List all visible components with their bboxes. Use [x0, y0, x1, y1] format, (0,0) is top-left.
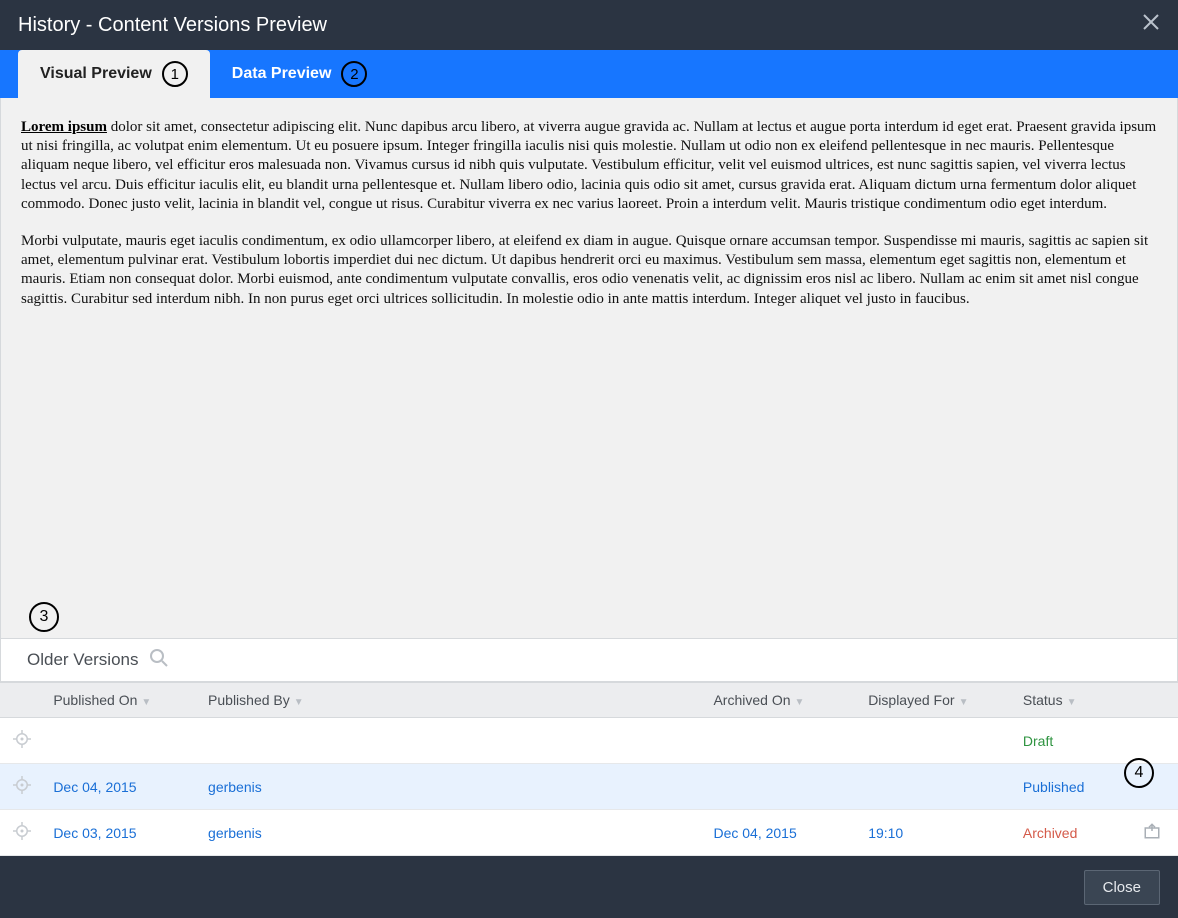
- titlebar: History - Content Versions Preview: [0, 0, 1178, 50]
- col-header-status[interactable]: Status ▼: [1013, 683, 1126, 718]
- restore-icon[interactable]: [1143, 822, 1161, 843]
- tab-visual-preview[interactable]: Visual Preview 1: [18, 50, 210, 98]
- preview-paragraph-1: Lorem ipsum dolor sit amet, consectetur …: [21, 118, 1157, 214]
- annotation-badge-1: 1: [162, 61, 188, 87]
- filter-bar: Older Versions: [0, 638, 1178, 682]
- close-button[interactable]: Close: [1084, 870, 1160, 905]
- target-icon[interactable]: [13, 730, 31, 751]
- close-icon[interactable]: [1142, 13, 1160, 37]
- tab-label: Data Preview: [232, 65, 332, 83]
- header-text: Published On: [53, 692, 137, 708]
- sort-icon: ▼: [141, 697, 151, 708]
- cell-value: Published: [1023, 779, 1085, 795]
- visual-preview-panel: Lorem ipsum dolor sit amet, consectetur …: [0, 98, 1178, 638]
- col-header-icon: [0, 683, 43, 718]
- target-icon[interactable]: [13, 776, 31, 797]
- versions-table-wrap: Published On ▼ Published By ▼ Archived On ▼…: [0, 682, 1178, 856]
- col-header-displayed-for[interactable]: Displayed For ▼: [858, 683, 1013, 718]
- table-row[interactable]: Dec 04, 2015gerbenisPublished4: [0, 764, 1178, 810]
- sort-icon: ▼: [294, 697, 304, 708]
- cell-value[interactable]: gerbenis: [208, 779, 262, 795]
- header-text: Status: [1023, 692, 1063, 708]
- sort-icon: ▼: [1067, 697, 1077, 708]
- cell-value[interactable]: 19:10: [868, 825, 903, 841]
- header-text: Published By: [208, 692, 290, 708]
- cell-value: Draft: [1023, 733, 1053, 749]
- annotation-badge-3: 3: [29, 602, 59, 632]
- dialog-title: History - Content Versions Preview: [18, 14, 327, 37]
- versions-table: Published On ▼ Published By ▼ Archived On ▼…: [0, 682, 1178, 856]
- header-text: Archived On: [713, 692, 790, 708]
- tab-label: Visual Preview: [40, 65, 152, 83]
- cell-value: Archived: [1023, 825, 1077, 841]
- sort-icon: ▼: [959, 697, 969, 708]
- annotation-badge-4: 4: [1124, 758, 1154, 788]
- tab-bar: Visual Preview 1 Data Preview 2: [0, 50, 1178, 98]
- dialog-footer: Close: [0, 856, 1178, 918]
- annotation-badge-2: 2: [341, 61, 367, 87]
- search-icon[interactable]: [149, 648, 169, 673]
- target-icon[interactable]: [13, 822, 31, 843]
- lorem-ipsum-link[interactable]: Lorem ipsum: [21, 119, 107, 135]
- col-header-published-by[interactable]: Published By ▼: [198, 683, 703, 718]
- header-text: Displayed For: [868, 692, 954, 708]
- table-row[interactable]: Draft: [0, 718, 1178, 764]
- paragraph-text: dolor sit amet, consectetur adipiscing e…: [21, 119, 1156, 212]
- col-header-archived-on[interactable]: Archived On ▼: [703, 683, 858, 718]
- col-header-action: [1126, 683, 1178, 718]
- preview-paragraph-2: Morbi vulputate, mauris eget iaculis con…: [21, 232, 1157, 309]
- tab-data-preview[interactable]: Data Preview 2: [210, 50, 390, 98]
- table-row[interactable]: Dec 03, 2015 gerbenis Dec 04, 2015 19:10 Arc…: [0, 810, 1178, 856]
- cell-value[interactable]: Dec 03, 2015: [53, 825, 136, 841]
- sort-icon: ▼: [795, 697, 805, 708]
- filter-label: Older Versions: [27, 650, 139, 670]
- cell-value[interactable]: Dec 04, 2015: [713, 825, 796, 841]
- col-header-published-on[interactable]: Published On ▼: [43, 683, 198, 718]
- cell-value[interactable]: gerbenis: [208, 825, 262, 841]
- cell-value[interactable]: Dec 04, 2015: [53, 779, 136, 795]
